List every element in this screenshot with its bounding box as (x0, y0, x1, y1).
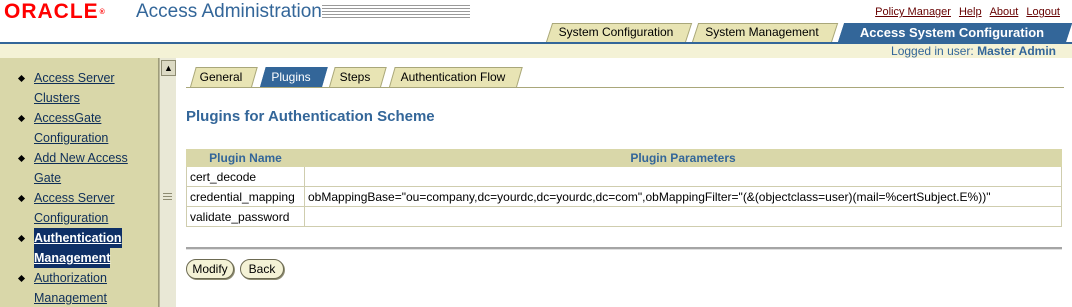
plugin-name-cell: validate_password (186, 206, 305, 227)
column-header-plugin-name: Plugin Name (186, 149, 305, 167)
plugin-parameters-cell (304, 206, 1062, 227)
subtab-divider (186, 87, 1064, 88)
oracle-logo: ORACLE® (4, 0, 106, 23)
main-content: General Plugins Steps Authentication Flo… (176, 58, 1072, 307)
title-stripes-decoration (322, 5, 470, 19)
policy-manager-link[interactable]: Policy Manager (875, 6, 951, 18)
diamond-bullet-icon (17, 274, 26, 283)
tab-system-management[interactable]: System Management (692, 23, 839, 42)
table-header-row: Plugin Name Plugin Parameters (186, 149, 1062, 167)
scroll-grip-icon[interactable] (163, 193, 172, 202)
sidebar-scrollbar[interactable]: ▲ (159, 58, 176, 307)
plugin-name-cell: cert_decode (186, 166, 305, 187)
table-row: credential_mapping obMappingBase="ou=com… (186, 186, 1062, 207)
sidebar-item-add-new-access-gate[interactable]: Add New Access Gate (17, 148, 128, 188)
sidebar-item-access-server-configuration[interactable]: Access Server Configuration (17, 188, 115, 228)
logout-link[interactable]: Logout (1026, 6, 1060, 18)
section-divider (186, 247, 1062, 250)
help-link[interactable]: Help (959, 6, 982, 18)
plugins-table: Plugin Name Plugin Parameters cert_decod… (186, 149, 1062, 227)
logged-in-bar: Logged in user: Master Admin (0, 42, 1072, 59)
header: ORACLE® Access Administration Policy Man… (0, 0, 1072, 59)
tab-system-configuration[interactable]: System Configuration (546, 23, 693, 42)
diamond-bullet-icon (17, 194, 26, 203)
back-button[interactable]: Back (240, 259, 284, 279)
sidebar-item-authorization-management[interactable]: Authorization Management (17, 268, 107, 307)
diamond-bullet-icon (17, 154, 26, 163)
plugin-parameters-cell (304, 166, 1062, 187)
logged-in-user: Logged in user: Master Admin (891, 44, 1056, 58)
scroll-up-arrow-icon[interactable]: ▲ (161, 60, 176, 76)
tab-plugins[interactable]: Plugins (260, 67, 328, 87)
plugin-name-cell: credential_mapping (186, 186, 305, 207)
diamond-bullet-icon (17, 114, 26, 123)
tab-general[interactable]: General (190, 67, 258, 87)
plugin-parameters-cell: obMappingBase="ou=company,dc=yourdc,dc=y… (304, 186, 1062, 207)
tab-authentication-flow[interactable]: Authentication Flow (389, 67, 523, 87)
sidebar-item-access-server-clusters[interactable]: Access Server Clusters (17, 68, 115, 108)
app-title: Access Administration (136, 1, 322, 22)
sidebar-item-authentication-management[interactable]: Authentication Management (17, 228, 122, 268)
tab-access-system-configuration[interactable]: Access System Configuration (838, 23, 1072, 42)
table-row: cert_decode (186, 166, 1062, 187)
sidebar: Access Server Clusters AccessGate Config… (0, 58, 159, 307)
tab-steps[interactable]: Steps (329, 67, 387, 87)
table-row: validate_password (186, 206, 1062, 227)
sidebar-item-accessgate-configuration[interactable]: AccessGate Configuration (17, 108, 108, 148)
page-title: Plugins for Authentication Scheme (186, 108, 435, 125)
diamond-bullet-icon (17, 234, 26, 243)
modify-button[interactable]: Modify (186, 259, 234, 279)
column-header-plugin-parameters: Plugin Parameters (304, 149, 1062, 167)
top-links: Policy Manager Help About Logout (867, 6, 1060, 18)
about-link[interactable]: About (990, 6, 1019, 18)
diamond-bullet-icon (17, 74, 26, 83)
